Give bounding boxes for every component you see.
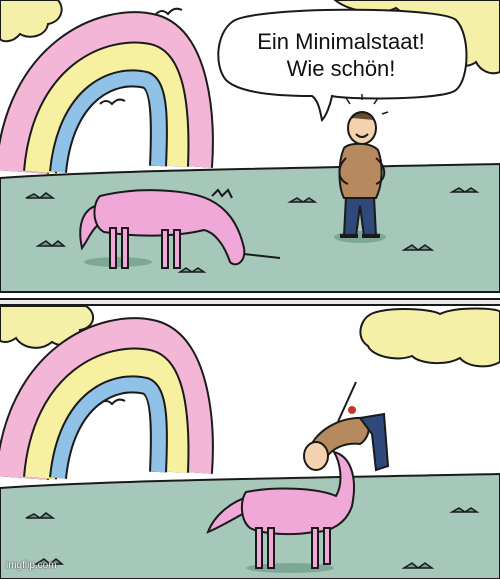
- speech-bubble-text: Ein Minimalstaat! Wie schön!: [228, 28, 454, 82]
- rainbow: [0, 317, 214, 481]
- panel-bottom-illustration: [0, 306, 500, 579]
- watermark: imgflip.com: [6, 560, 57, 571]
- cloud-right: [359, 307, 500, 368]
- rainbow: [0, 11, 214, 175]
- cloud-top-left: [0, 0, 63, 43]
- bird-icon: [99, 98, 126, 106]
- ground: [0, 162, 500, 293]
- comic-panel-top: Ein Minimalstaat! Wie schön!: [0, 0, 500, 298]
- panel-divider: [0, 298, 500, 306]
- speech-line-1: Ein Minimalstaat!: [257, 29, 425, 54]
- bird-icon: [155, 7, 183, 16]
- comic-panel-bottom: [0, 306, 500, 579]
- speech-line-2: Wie schön!: [286, 56, 396, 81]
